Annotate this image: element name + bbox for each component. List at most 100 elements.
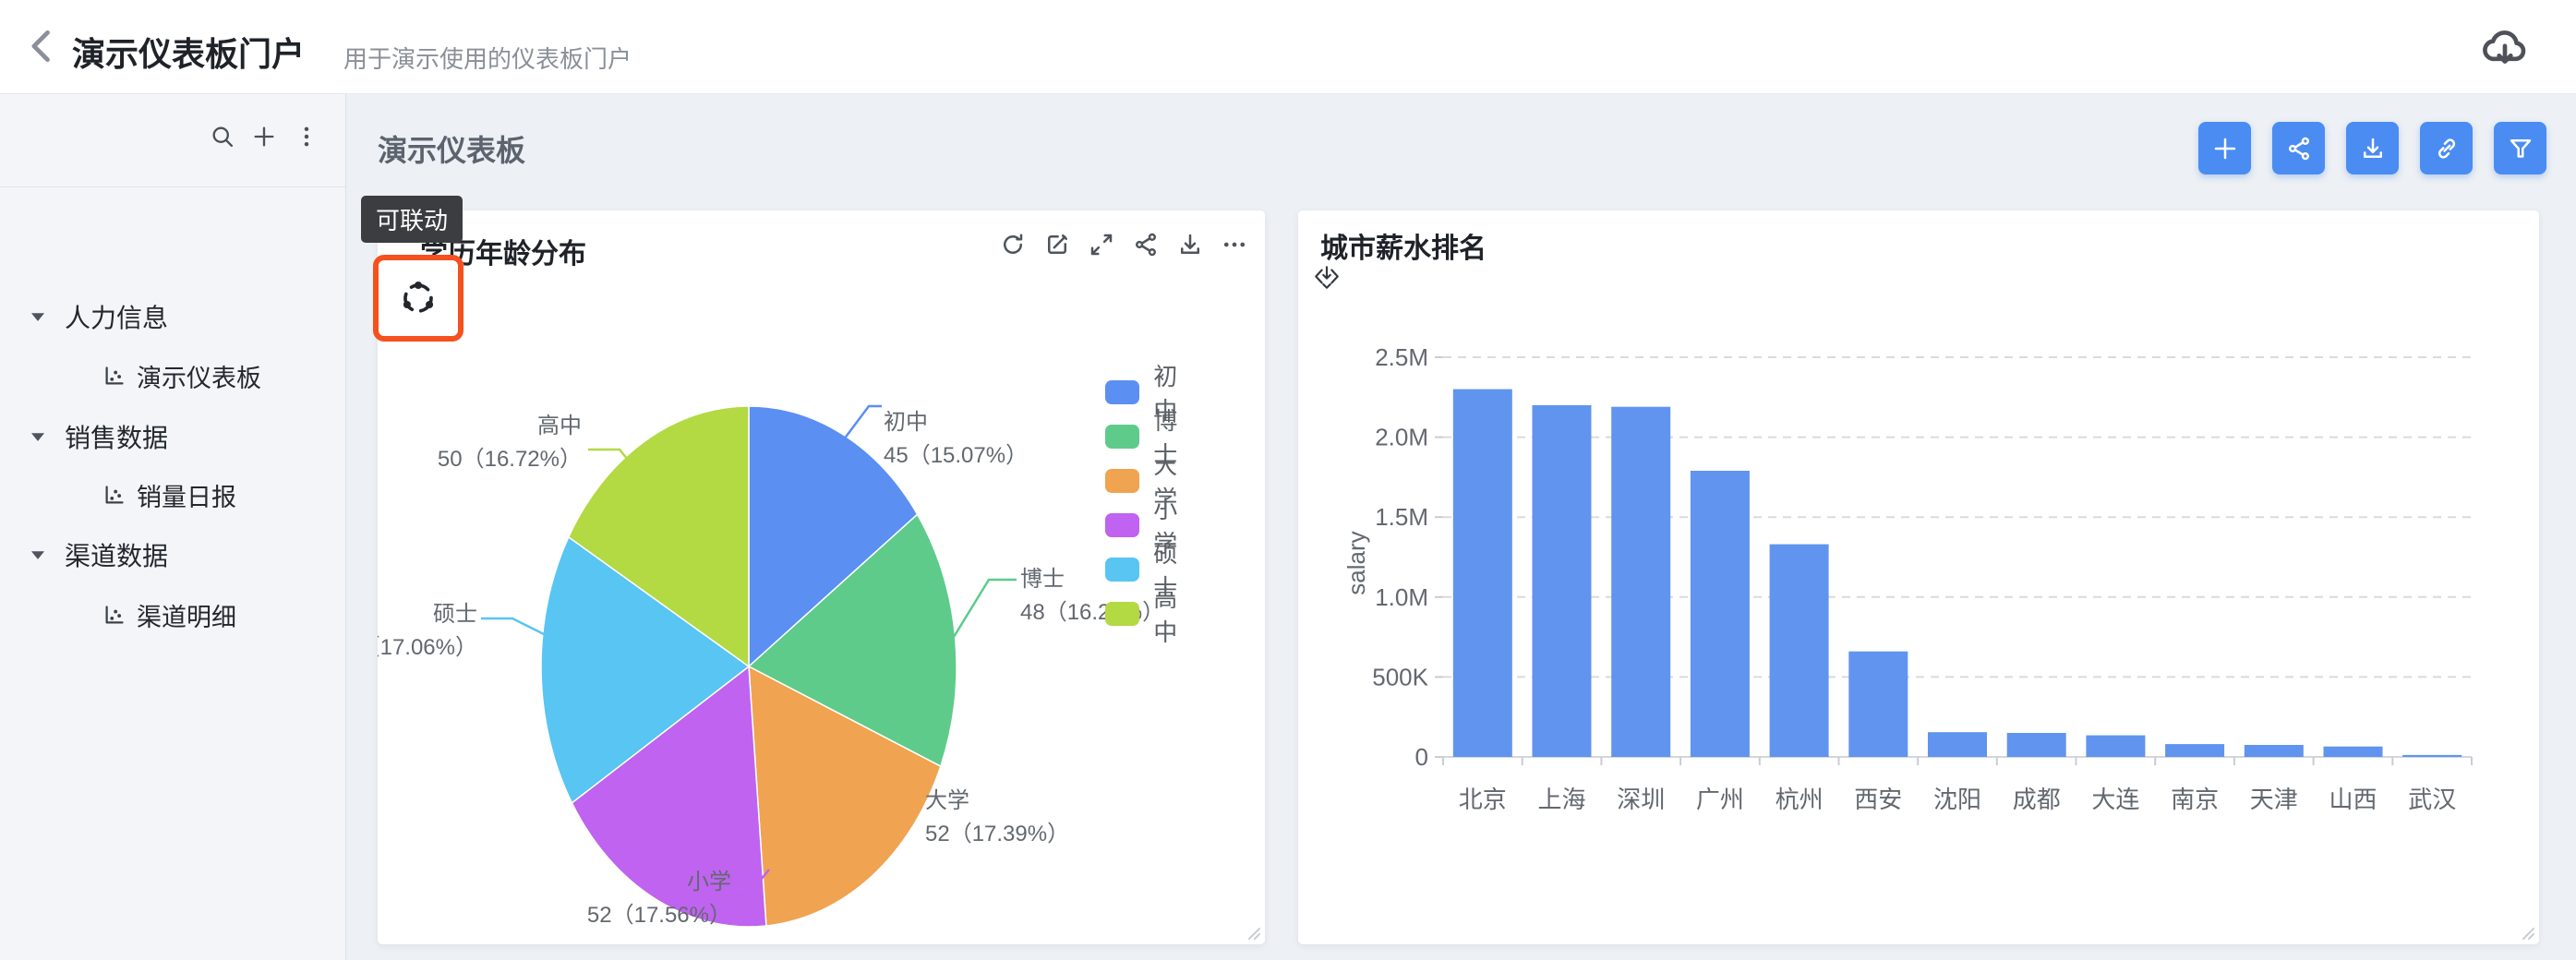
caret-down-icon xyxy=(26,543,50,567)
pie-label: 小学52（17.56%） xyxy=(587,866,731,932)
refresh-icon[interactable] xyxy=(999,231,1027,258)
bar[interactable] xyxy=(2165,744,2224,757)
tree-group[interactable]: 渠道数据 xyxy=(0,534,345,575)
tree-leaf[interactable]: 演示仪表板 xyxy=(0,355,345,396)
tree-leaf-label: 演示仪表板 xyxy=(137,358,261,394)
caret-down-icon xyxy=(26,425,50,449)
tree-group[interactable]: 销售数据 xyxy=(0,416,345,457)
portal-subtitle: 用于演示使用的仪表板门户 xyxy=(343,41,632,75)
linkage-tooltip: 可联动 xyxy=(361,196,463,243)
bar[interactable] xyxy=(2402,755,2462,757)
legend-swatch xyxy=(1105,469,1139,493)
bar[interactable] xyxy=(1770,545,1829,757)
x-category-label: 沈阳 xyxy=(1933,786,1981,813)
tree-group-label: 人力信息 xyxy=(65,298,168,335)
chart-icon xyxy=(102,603,126,628)
x-category-label: 北京 xyxy=(1459,786,1507,813)
bar-chart-card: 城市薪水排名 0 500K 1.0M 1.5M 2.0M 2.5M 北京 上海 深圳 广州 杭州 西安… xyxy=(1298,210,2539,944)
x-category-label: 杭州 xyxy=(1776,786,1824,813)
pie-card-toolbar xyxy=(999,231,1248,258)
x-category-label: 成都 xyxy=(2013,786,2061,813)
pie-label: 硕士51（17.06%） xyxy=(378,598,477,665)
y-axis-label: salary xyxy=(1342,531,1370,594)
tree-leaf[interactable]: 销量日报 xyxy=(0,474,345,515)
bar[interactable] xyxy=(1928,732,1987,757)
tree-group-label: 渠道数据 xyxy=(65,536,168,573)
share-button[interactable] xyxy=(2272,122,2325,174)
y-tick-label: 500K xyxy=(1372,663,1428,690)
pie-label-leader xyxy=(954,580,1017,637)
legend-swatch xyxy=(1105,602,1139,626)
export-button[interactable] xyxy=(2346,122,2399,174)
search-icon[interactable] xyxy=(210,124,235,150)
caret-down-icon xyxy=(26,305,50,329)
y-tick-label: 2.0M xyxy=(1375,424,1428,451)
x-category-label: 山西 xyxy=(2329,786,2377,813)
bar[interactable] xyxy=(1533,405,1592,757)
y-tick-label: 2.5M xyxy=(1375,343,1428,371)
resize-grip-icon[interactable] xyxy=(2515,920,2535,941)
expand-icon[interactable] xyxy=(1088,231,1115,258)
x-category-label: 天津 xyxy=(2250,786,2298,813)
dashboard-tree: 人力信息演示仪表板销售数据销量日报渠道数据渠道明细 xyxy=(0,187,345,960)
y-tick-label: 1.0M xyxy=(1375,583,1428,611)
x-category-label: 西安 xyxy=(1854,786,1902,813)
filter-button[interactable] xyxy=(2494,122,2546,174)
bar[interactable] xyxy=(1611,407,1670,757)
back-button[interactable] xyxy=(22,26,63,66)
y-tick-label: 0 xyxy=(1415,743,1428,771)
sidebar: 人力信息演示仪表板销售数据销量日报渠道数据渠道明细 xyxy=(0,94,346,960)
plus-icon[interactable] xyxy=(251,124,277,150)
tree-leaf-label: 渠道明细 xyxy=(137,597,236,633)
x-category-label: 广州 xyxy=(1696,786,1744,813)
y-tick-label: 1.5M xyxy=(1375,503,1428,531)
tree-group-label: 销售数据 xyxy=(65,418,168,455)
legend-label: 高中 xyxy=(1153,580,1189,648)
linkage-highlight-box xyxy=(373,255,463,342)
bar-chart-title: 城市薪水排名 xyxy=(1320,225,1487,266)
linkage-icon[interactable] xyxy=(399,279,438,318)
tree-group[interactable]: 人力信息 xyxy=(0,296,345,337)
bar[interactable] xyxy=(1691,471,1750,757)
link-button[interactable] xyxy=(2420,122,2473,174)
resize-grip-icon[interactable] xyxy=(1241,920,1261,941)
legend-swatch xyxy=(1105,380,1139,404)
cloud-download-icon[interactable] xyxy=(2478,20,2532,74)
pie-label: 初中45（15.07%） xyxy=(884,406,1028,473)
x-category-label: 南京 xyxy=(2171,786,2219,813)
x-category-label: 深圳 xyxy=(1617,786,1665,813)
portal-title: 演示仪表板门户 xyxy=(72,28,305,76)
bar[interactable] xyxy=(2007,733,2066,757)
x-category-label: 武汉 xyxy=(2408,786,2456,813)
pie-label-leader xyxy=(844,406,882,439)
sidebar-toolbar xyxy=(0,94,345,187)
more-horizontal-icon[interactable] xyxy=(1221,231,1248,258)
bar[interactable] xyxy=(2324,747,2383,757)
dashboard-actions xyxy=(2198,122,2546,174)
tree-leaf-label: 销量日报 xyxy=(137,477,236,513)
legend-swatch xyxy=(1105,558,1139,582)
page-title: 演示仪表板 xyxy=(378,127,525,170)
pie-label-leader xyxy=(481,618,546,635)
legend-swatch xyxy=(1105,425,1139,449)
legend-swatch xyxy=(1105,513,1139,537)
legend-item[interactable]: 高中 xyxy=(1105,580,1189,648)
pie-label: 大学52（17.39%） xyxy=(925,785,1069,851)
tree-leaf[interactable]: 渠道明细 xyxy=(0,594,345,635)
drill-icon[interactable] xyxy=(1313,262,1341,292)
bar[interactable] xyxy=(2086,736,2145,757)
bar-chart: 0 500K 1.0M 1.5M 2.0M 2.5M 北京 上海 深圳 广州 杭州 西安 沈阳 成都 大连 南… xyxy=(1298,210,2539,944)
bar[interactable] xyxy=(1453,390,1512,757)
pie-label: 高中50（16.72%） xyxy=(438,410,582,476)
app-header: 演示仪表板门户 用于演示使用的仪表板门户 xyxy=(0,0,2576,94)
add-button[interactable] xyxy=(2198,122,2251,174)
bar[interactable] xyxy=(1848,652,1908,757)
bar[interactable] xyxy=(2245,745,2304,757)
more-vertical-icon[interactable] xyxy=(294,124,319,150)
share-icon[interactable] xyxy=(1132,231,1160,258)
pie-chart-card: 学历年龄分布 初中博士大学小学硕士高中 初中45（15.07%）博士48（16.… xyxy=(378,210,1265,944)
download-icon[interactable] xyxy=(1176,231,1204,258)
x-category-label: 上海 xyxy=(1537,786,1585,813)
edit-icon[interactable] xyxy=(1043,231,1071,258)
x-category-label: 大连 xyxy=(2091,786,2139,813)
